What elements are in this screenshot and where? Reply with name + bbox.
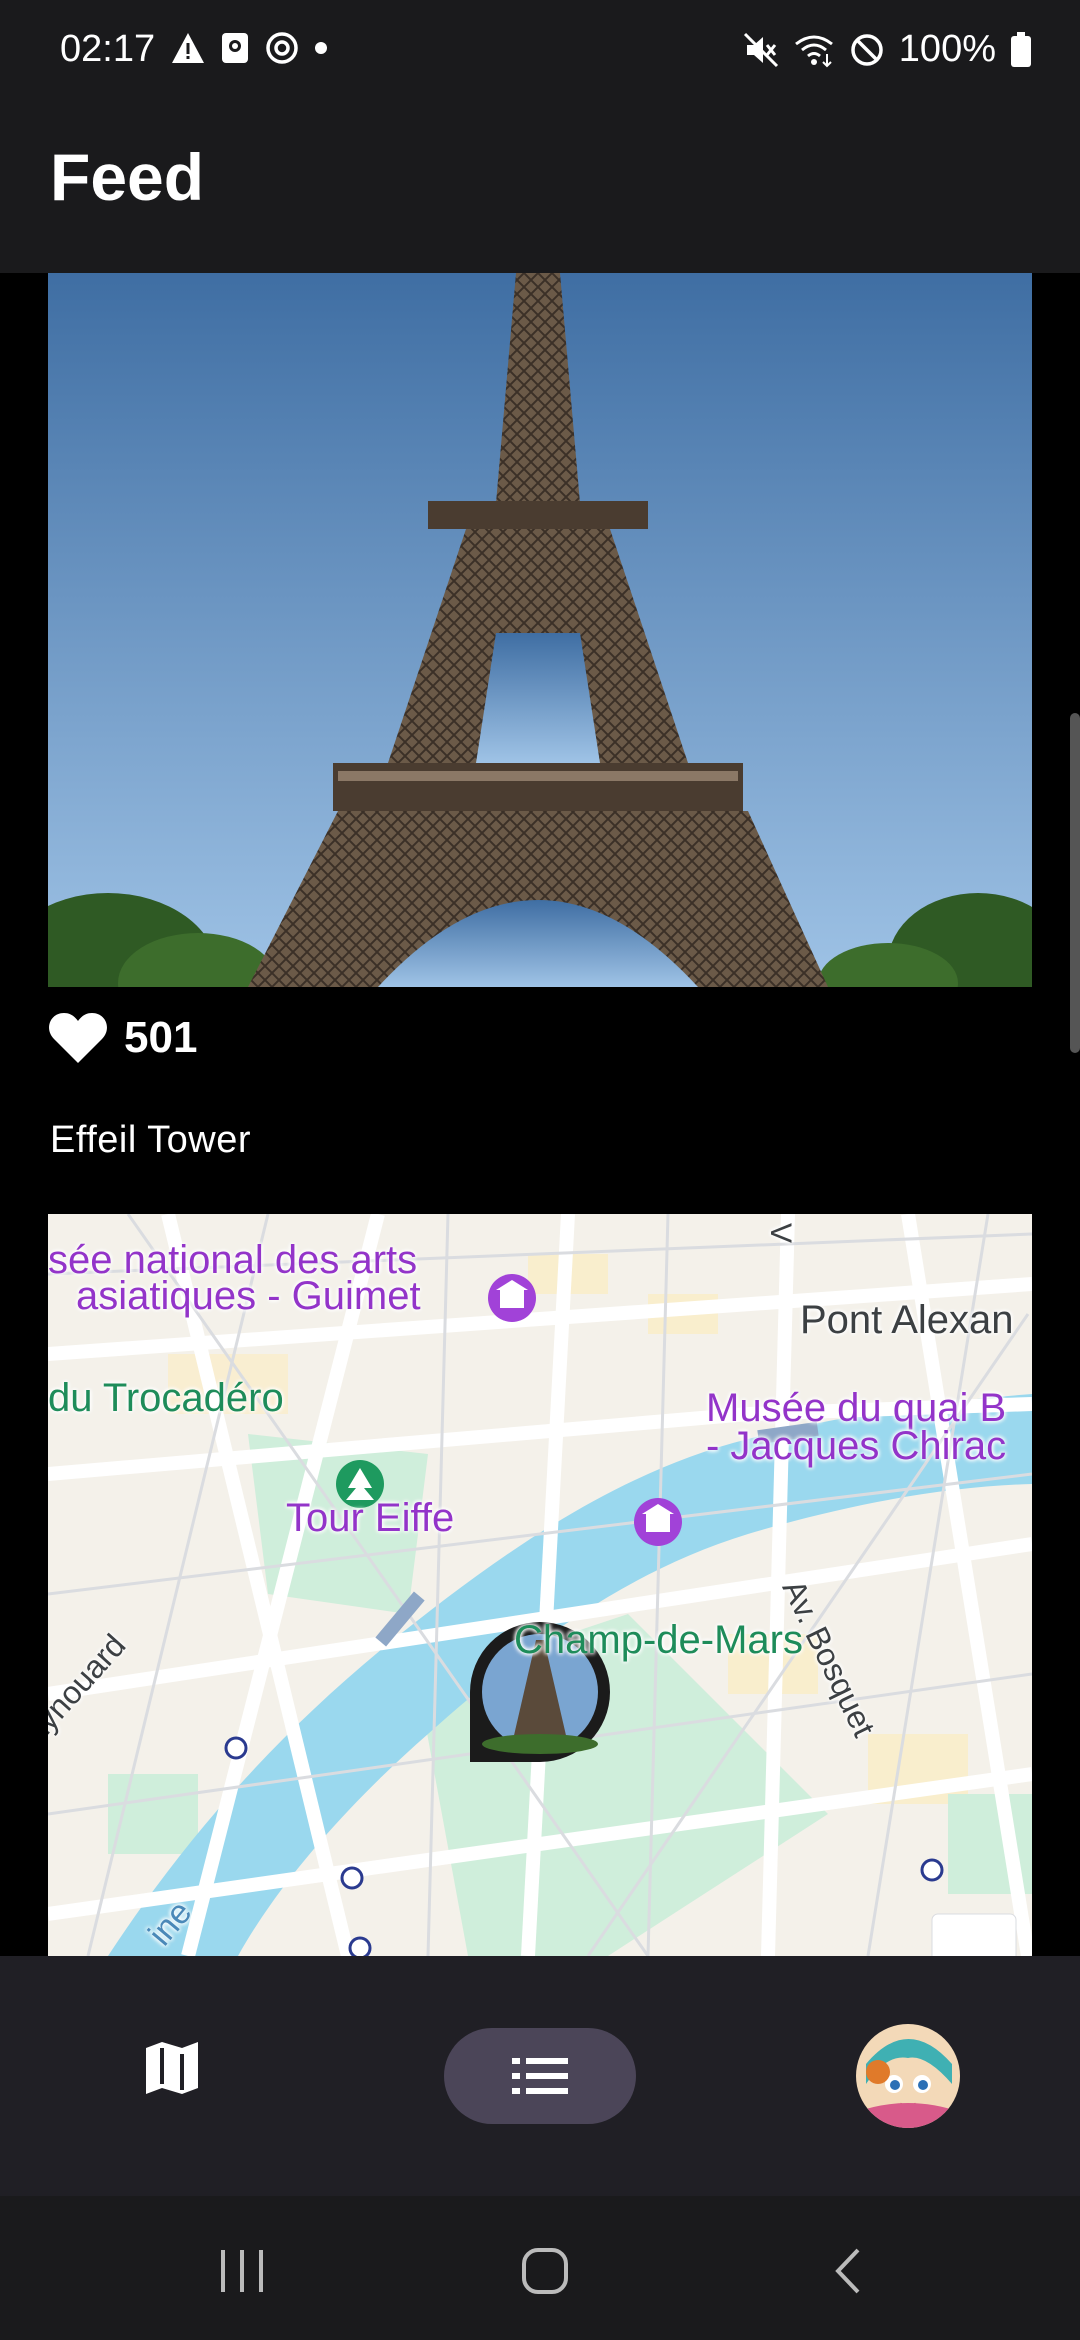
back-button[interactable]: [808, 2236, 888, 2306]
map-icon: [146, 2042, 198, 2094]
back-icon: [835, 2248, 860, 2294]
likes-count: 501: [124, 1013, 198, 1062]
museum-pin-icon: [488, 1274, 536, 1322]
location-map[interactable]: sée national des arts asiatiques - Guime…: [48, 1214, 1032, 1956]
post-photo[interactable]: [48, 273, 1032, 987]
nav-map-button[interactable]: [132, 2028, 212, 2108]
recents-icon: [221, 2250, 263, 2292]
scrollbar[interactable]: [1070, 713, 1080, 1053]
list-icon: [512, 2058, 568, 2094]
status-icons-right: 100%: [743, 28, 1032, 71]
map-label-trocadero: du Trocadéro: [48, 1376, 284, 1420]
map-label-pont: Pont Alexan: [800, 1298, 1014, 1342]
app-bar: Feed: [0, 103, 1080, 273]
notification-icon: [222, 33, 248, 63]
map-label-v: V: [764, 1222, 798, 1244]
status-bar: 02:17 100%: [0, 0, 1080, 103]
map-label-tour: Tour Eiffe: [286, 1496, 455, 1540]
sync-icon: [266, 32, 298, 64]
map-label-guimet-2: asiatiques - Guimet: [76, 1274, 421, 1318]
heart-icon[interactable]: [48, 1011, 108, 1065]
map-label-quai-branly-2: - Jacques Chirac: [706, 1424, 1007, 1468]
wifi-icon: [794, 35, 833, 67]
system-navigation-bar: [0, 2196, 1080, 2340]
museum-pin-icon-2: [634, 1498, 682, 1546]
battery-percentage: 100%: [898, 28, 996, 70]
avatar: [856, 2024, 960, 2128]
battery-icon: [1011, 31, 1031, 67]
status-icons-left: [170, 30, 328, 66]
bottom-navigation: [0, 1956, 1080, 2196]
status-time: 02:17: [60, 28, 156, 70]
post-caption: Effeil Tower: [50, 1119, 252, 1161]
recents-button[interactable]: [202, 2236, 282, 2306]
likes-row: 501: [48, 1011, 197, 1065]
no-disturb-icon: [851, 33, 883, 66]
map-label-champ: Champ-de-Mars: [514, 1618, 803, 1662]
dot-icon: [315, 42, 327, 54]
page-title: Feed: [50, 140, 205, 214]
mute-icon: [743, 32, 778, 67]
warning-icon: [172, 33, 204, 63]
home-icon: [522, 2248, 568, 2294]
home-button[interactable]: [505, 2236, 585, 2306]
nav-feed-button[interactable]: [444, 2028, 636, 2124]
feed-list[interactable]: 501 Effeil Tower sée national des arts a…: [0, 273, 1080, 1956]
eiffel-tower-photo: [48, 273, 1032, 987]
nav-profile-avatar[interactable]: [856, 2024, 960, 2128]
